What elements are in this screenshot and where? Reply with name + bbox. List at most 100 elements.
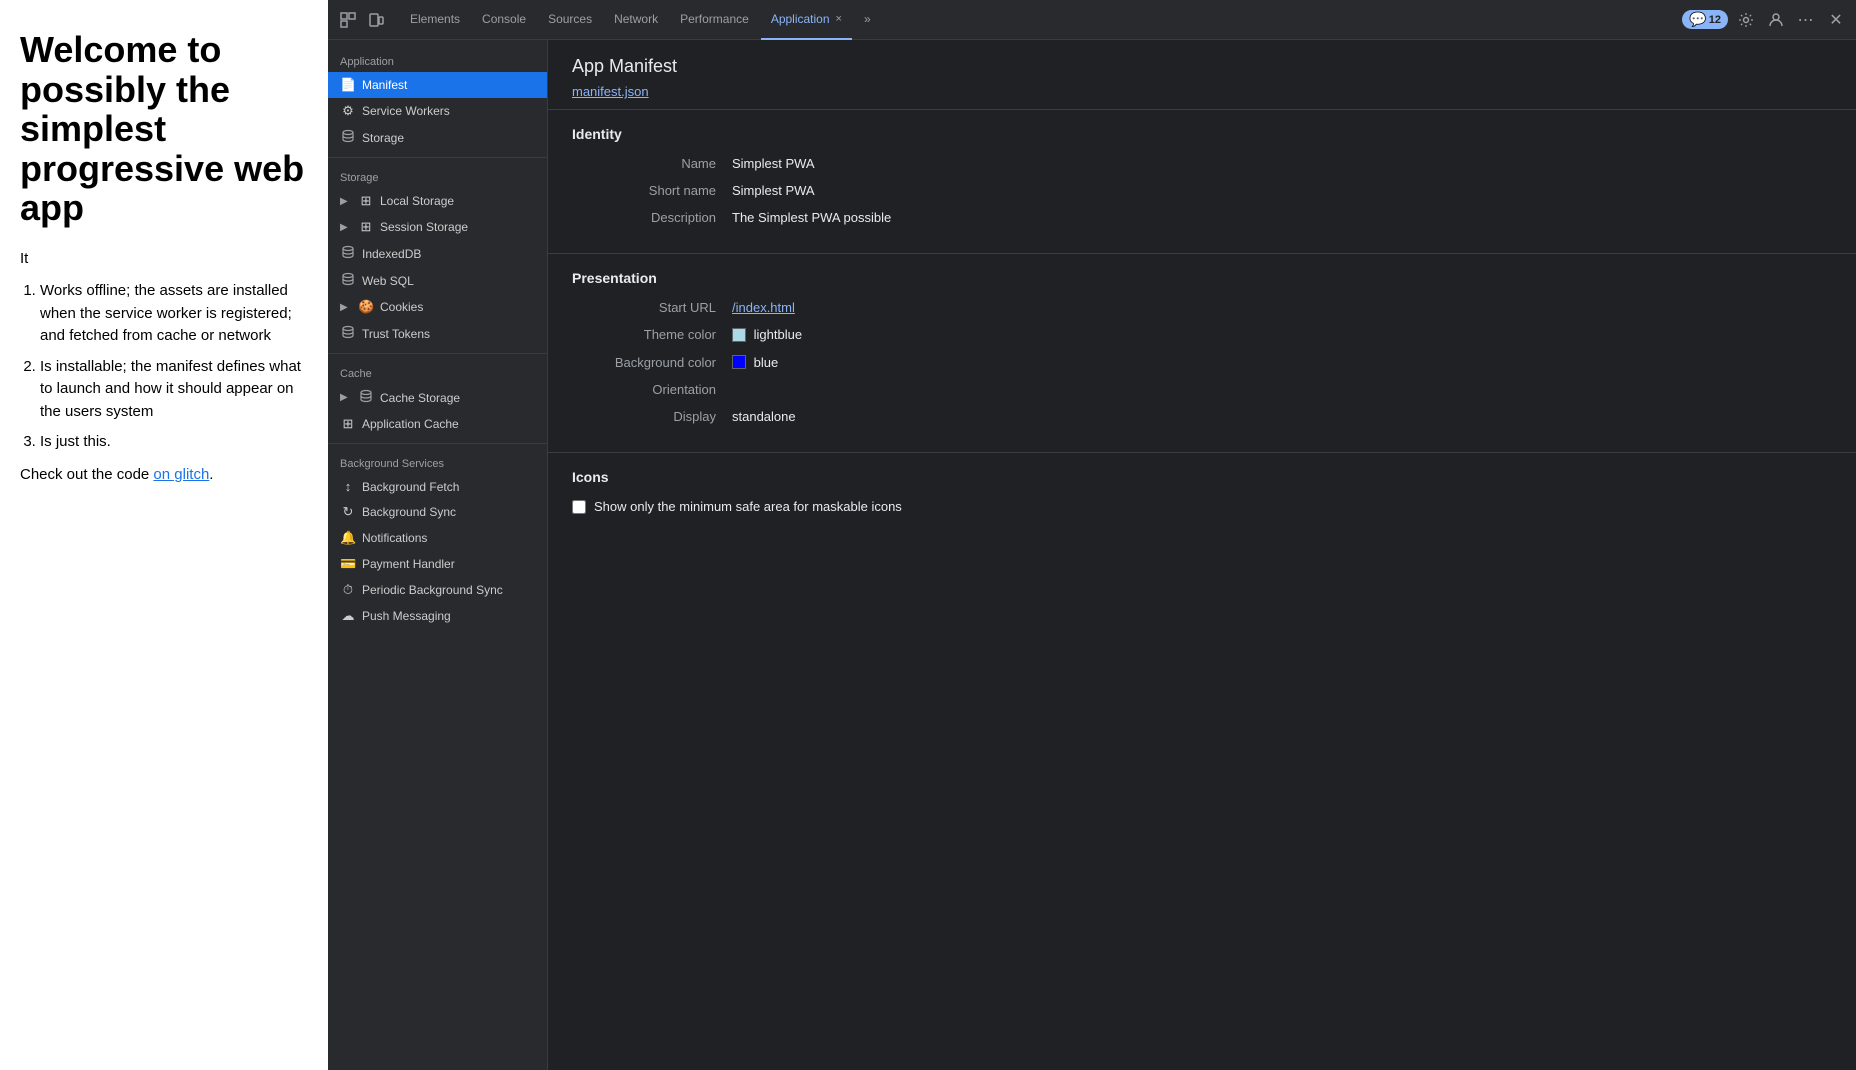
prop-short-name-label: Short name <box>572 183 732 198</box>
manifest-json-link[interactable]: manifest.json <box>572 84 649 99</box>
page-heading: Welcome to possibly the simplest progres… <box>20 30 308 228</box>
sidebar-section-application: Application <box>328 48 547 72</box>
sidebar-item-periodic-sync[interactable]: ⏱ Periodic Background Sync <box>328 577 547 603</box>
prop-theme-color: Theme color lightblue <box>572 327 1832 343</box>
fetch-icon: ↕ <box>340 479 356 494</box>
cloud-icon: ☁ <box>340 608 356 624</box>
sidebar-item-indexeddb[interactable]: IndexedDB <box>328 240 547 267</box>
sidebar-item-cookies[interactable]: ▶ 🍪 Cookies <box>328 294 547 320</box>
maskable-icons-label: Show only the minimum safe area for mask… <box>594 499 902 514</box>
sidebar-divider-2 <box>328 353 547 354</box>
device-icon[interactable] <box>364 8 388 32</box>
devtools-panel: Elements Console Sources Network Perform… <box>328 0 1856 1070</box>
tab-application[interactable]: Application × <box>761 0 852 40</box>
sidebar-section-cache: Cache <box>328 360 547 384</box>
manifest-icon: 📄 <box>340 77 356 93</box>
sidebar-item-manifest[interactable]: 📄 Manifest <box>328 72 547 98</box>
inspect-icon[interactable] <box>336 8 360 32</box>
db2-icon <box>340 245 356 262</box>
prop-display-value: standalone <box>732 409 1832 424</box>
prop-bg-color-value: blue <box>732 355 1832 371</box>
list-item: Works offline; the assets are installed … <box>40 280 308 348</box>
db-icon <box>340 129 356 146</box>
prop-name: Name Simplest PWA <box>572 156 1832 171</box>
tab-elements[interactable]: Elements <box>400 0 470 40</box>
clock-icon: ⏱ <box>340 582 356 598</box>
prop-name-label: Name <box>572 156 732 171</box>
db3-icon <box>340 272 356 289</box>
sidebar-item-storage-top[interactable]: Storage <box>328 124 547 151</box>
page-content: Welcome to possibly the simplest progres… <box>0 0 328 1070</box>
tab-console[interactable]: Console <box>472 0 536 40</box>
grid-icon: ⊞ <box>358 219 374 235</box>
presentation-section: Presentation Start URL /index.html Theme… <box>548 254 1856 453</box>
sidebar-item-notifications[interactable]: 🔔 Notifications <box>328 525 547 551</box>
tab-close-icon[interactable]: × <box>836 13 842 25</box>
identity-heading: Identity <box>572 126 1832 142</box>
icons-heading: Icons <box>572 469 1832 485</box>
prop-start-url: Start URL /index.html <box>572 300 1832 315</box>
prop-description: Description The Simplest PWA possible <box>572 210 1832 225</box>
cookie-icon: 🍪 <box>358 299 374 315</box>
more-icon[interactable]: ⋯ <box>1794 8 1818 32</box>
sidebar-divider-3 <box>328 443 547 444</box>
db4-icon <box>340 325 356 342</box>
list-item: Is just this. <box>40 431 308 454</box>
prop-orientation-label: Orientation <box>572 382 732 397</box>
cache-icon <box>358 389 374 406</box>
sidebar: Application 📄 Manifest ⚙ Service Workers… <box>328 40 548 1070</box>
tab-network[interactable]: Network <box>604 0 668 40</box>
settings-icon[interactable] <box>1734 8 1758 32</box>
chat-icon: 💬 <box>1689 11 1706 28</box>
sidebar-item-application-cache[interactable]: ⊞ Application Cache <box>328 411 547 437</box>
sidebar-item-bg-fetch[interactable]: ↕ Background Fetch <box>328 474 547 499</box>
arrow-icon: ▶ <box>340 302 352 313</box>
prop-orientation: Orientation <box>572 382 1832 397</box>
notifications-badge[interactable]: 💬 12 <box>1682 10 1728 29</box>
theme-color-swatch[interactable] <box>732 328 746 342</box>
bg-color-swatch[interactable] <box>732 355 746 369</box>
sidebar-divider-1 <box>328 157 547 158</box>
arrow-icon: ▶ <box>340 392 352 403</box>
prop-bg-color-label: Background color <box>572 355 732 370</box>
feature-list: Works offline; the assets are installed … <box>40 280 308 454</box>
sidebar-item-trust-tokens[interactable]: Trust Tokens <box>328 320 547 347</box>
sidebar-item-cache-storage[interactable]: ▶ Cache Storage <box>328 384 547 411</box>
tab-more[interactable]: » <box>854 0 881 40</box>
payment-icon: 💳 <box>340 556 356 572</box>
identity-section: Identity Name Simplest PWA Short name Si… <box>548 110 1856 254</box>
sidebar-item-web-sql[interactable]: Web SQL <box>328 267 547 294</box>
prop-start-url-value[interactable]: /index.html <box>732 300 1832 315</box>
prop-start-url-label: Start URL <box>572 300 732 315</box>
sidebar-item-push-messaging[interactable]: ☁ Push Messaging <box>328 603 547 629</box>
maskable-icons-row: Show only the minimum safe area for mask… <box>572 499 1832 514</box>
prop-description-value: The Simplest PWA possible <box>732 210 1832 225</box>
sync-icon: ↻ <box>340 504 356 520</box>
app-cache-icon: ⊞ <box>340 416 356 432</box>
prop-bg-color: Background color blue <box>572 355 1832 371</box>
icons-section: Icons Show only the minimum safe area fo… <box>548 453 1856 530</box>
user-icon[interactable] <box>1764 8 1788 32</box>
tab-bar-right: 💬 12 ⋯ ✕ <box>1682 8 1848 32</box>
prop-display: Display standalone <box>572 409 1832 424</box>
sidebar-item-bg-sync[interactable]: ↻ Background Sync <box>328 499 547 525</box>
arrow-icon: ▶ <box>340 196 352 207</box>
sidebar-item-session-storage[interactable]: ▶ ⊞ Session Storage <box>328 214 547 240</box>
devtools-left-icons <box>336 8 388 32</box>
list-item: Is installable; the manifest defines wha… <box>40 356 308 424</box>
glitch-link[interactable]: on glitch <box>153 466 209 483</box>
tab-bar: Elements Console Sources Network Perform… <box>328 0 1856 40</box>
sidebar-item-service-workers[interactable]: ⚙ Service Workers <box>328 98 547 124</box>
prop-theme-color-value: lightblue <box>732 327 1832 343</box>
manifest-title: App Manifest <box>572 56 1832 77</box>
close-icon[interactable]: ✕ <box>1824 8 1848 32</box>
prop-short-name: Short name Simplest PWA <box>572 183 1832 198</box>
tab-performance[interactable]: Performance <box>670 0 759 40</box>
sidebar-item-local-storage[interactable]: ▶ ⊞ Local Storage <box>328 188 547 214</box>
tab-sources[interactable]: Sources <box>538 0 602 40</box>
prop-short-name-value: Simplest PWA <box>732 183 1832 198</box>
sidebar-item-payment-handler[interactable]: 💳 Payment Handler <box>328 551 547 577</box>
maskable-icons-checkbox[interactable] <box>572 500 586 514</box>
prop-theme-color-label: Theme color <box>572 327 732 342</box>
bell-icon: 🔔 <box>340 530 356 546</box>
